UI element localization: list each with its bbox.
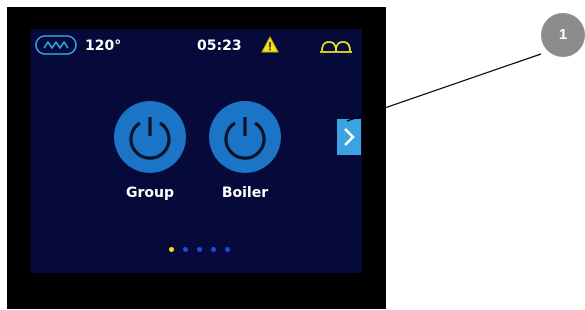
page-dot [183, 247, 188, 252]
cup-icon [320, 39, 352, 53]
device-frame: 120° 05:23 Group Boiler [7, 7, 386, 309]
boiler-label: Boiler [221, 185, 269, 201]
touch-screen: 120° 05:23 Group Boiler [31, 29, 362, 273]
page-dot [197, 247, 202, 252]
page-dot [225, 247, 230, 252]
status-bar: 120° 05:23 [31, 29, 362, 65]
callout-number-badge: 1 [541, 13, 585, 57]
warning-icon[interactable] [261, 35, 279, 53]
steam-wave-icon [35, 35, 77, 55]
page-dot-active [169, 247, 174, 252]
callout-wrap: 1 [541, 13, 585, 57]
group-power-button[interactable] [114, 101, 186, 173]
group-label: Group [125, 185, 174, 201]
page-dot [211, 247, 216, 252]
clock-time: 05:23 [197, 38, 242, 54]
page-indicator [167, 247, 237, 253]
next-page-button[interactable] [337, 119, 361, 155]
temperature-readout: 120° [85, 38, 122, 54]
boiler-power-button[interactable] [209, 101, 281, 173]
